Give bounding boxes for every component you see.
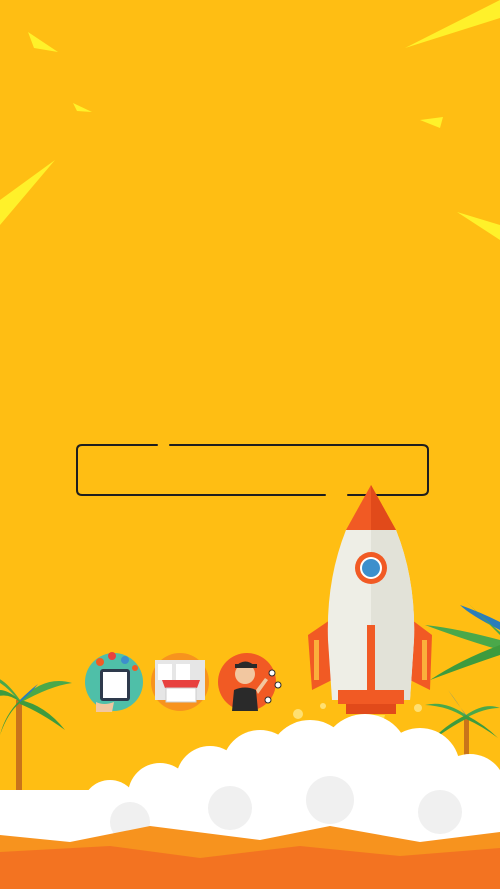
poster-scene xyxy=(0,0,500,889)
title-frame-text xyxy=(78,446,428,496)
storefront-icon xyxy=(151,653,209,711)
